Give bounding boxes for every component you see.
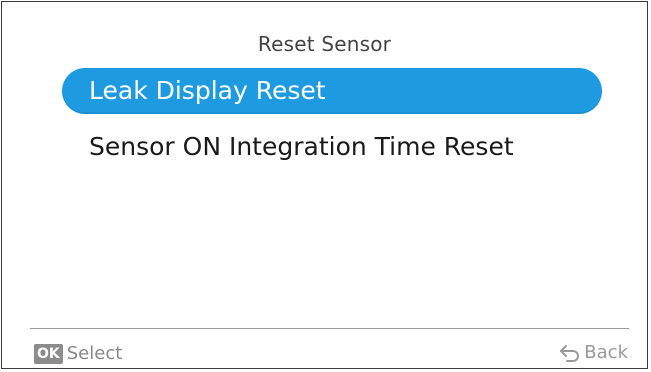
select-label: Select [66,343,123,364]
back-hint[interactable]: Back [558,342,628,363]
menu-item-label: Leak Display Reset [89,76,326,105]
ok-key-icon: OK [34,343,63,364]
back-label: Back [584,342,628,363]
screen-title: Reset Sensor [257,32,392,56]
reset-menu: Leak Display Reset Sensor ON Integration… [62,68,602,180]
footer-bar: OK Select Back [2,342,647,366]
footer-divider [30,328,629,329]
display-screen: Reset Sensor Leak Display Reset Sensor O… [1,1,648,369]
menu-item-leak-display-reset[interactable]: Leak Display Reset [62,68,602,114]
menu-item-sensor-on-integration-time-reset[interactable]: Sensor ON Integration Time Reset [62,124,602,170]
menu-item-label: Sensor ON Integration Time Reset [89,132,514,161]
select-hint[interactable]: OK Select [34,343,122,364]
back-arrow-icon [560,344,580,362]
